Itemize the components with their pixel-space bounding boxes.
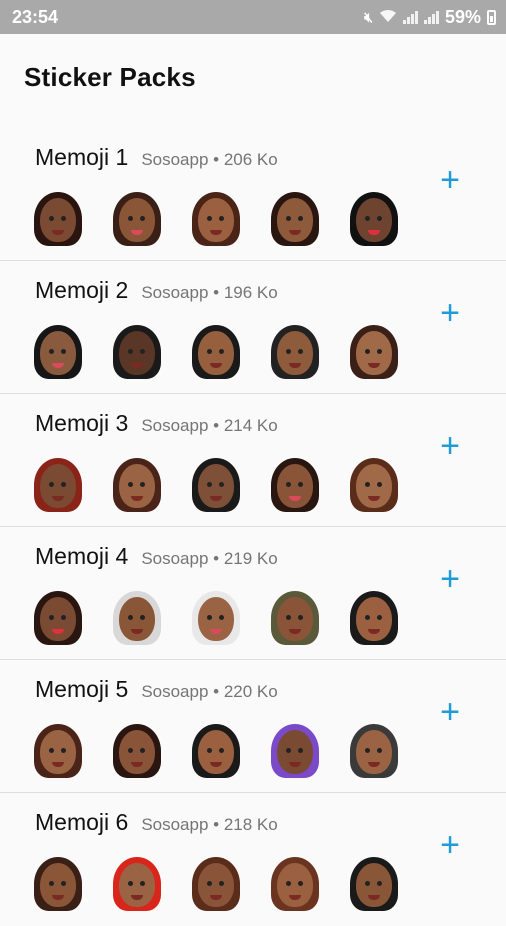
- pack-name: Memoji 5: [35, 676, 129, 702]
- sticker-pack-list: Memoji 1 Sosoapp • 206 Ko + Memoji 2 Sos…: [0, 128, 506, 926]
- sticker-thumbnail: [188, 458, 244, 514]
- sticker-pack-item[interactable]: Memoji 4 Sosoapp • 219 Ko +: [0, 527, 506, 660]
- sticker-thumbnail: [109, 192, 165, 248]
- sticker-thumbnail: [30, 325, 86, 381]
- pack-name: Memoji 3: [35, 410, 129, 436]
- sticker-thumbnail: [267, 192, 323, 248]
- pack-meta: Sosoapp • 219 Ko: [141, 549, 278, 568]
- sticker-thumbnail: [188, 325, 244, 381]
- pack-header: Memoji 5 Sosoapp • 220 Ko: [35, 676, 278, 703]
- sticker-thumbnail: [267, 325, 323, 381]
- pack-meta: Sosoapp • 218 Ko: [141, 815, 278, 834]
- sticker-thumbnail: [30, 458, 86, 514]
- add-pack-button[interactable]: +: [438, 828, 462, 862]
- sticker-thumbnail: [109, 857, 165, 913]
- sticker-thumbnail: [109, 724, 165, 780]
- sticker-thumbnail: [30, 857, 86, 913]
- sticker-thumbnail: [109, 591, 165, 647]
- sticker-thumbnail: [188, 192, 244, 248]
- sticker-thumbnail: [267, 591, 323, 647]
- pack-name: Memoji 2: [35, 277, 129, 303]
- pack-name: Memoji 1: [35, 144, 129, 170]
- sticker-thumbnail: [346, 591, 402, 647]
- sticker-thumbnail: [30, 591, 86, 647]
- sticker-preview-row: [30, 591, 402, 647]
- pack-meta: Sosoapp • 220 Ko: [141, 682, 278, 701]
- sticker-pack-item[interactable]: Memoji 2 Sosoapp • 196 Ko +: [0, 261, 506, 394]
- sticker-pack-item[interactable]: Memoji 5 Sosoapp • 220 Ko +: [0, 660, 506, 793]
- sticker-thumbnail: [346, 857, 402, 913]
- add-pack-button[interactable]: +: [438, 296, 462, 330]
- wifi-icon: [379, 9, 397, 26]
- sticker-thumbnail: [109, 458, 165, 514]
- sticker-preview-row: [30, 458, 402, 514]
- sticker-thumbnail: [346, 325, 402, 381]
- sticker-preview-row: [30, 857, 402, 913]
- add-pack-button[interactable]: +: [438, 562, 462, 596]
- pack-name: Memoji 6: [35, 809, 129, 835]
- sticker-pack-item[interactable]: Memoji 1 Sosoapp • 206 Ko +: [0, 128, 506, 261]
- pack-meta: Sosoapp • 206 Ko: [141, 150, 278, 169]
- page-title: Sticker Packs: [24, 62, 196, 92]
- sticker-thumbnail: [346, 724, 402, 780]
- sticker-thumbnail: [267, 857, 323, 913]
- signal-icon: [402, 10, 418, 24]
- sticker-thumbnail: [267, 458, 323, 514]
- sticker-thumbnail: [267, 724, 323, 780]
- sticker-preview-row: [30, 325, 402, 381]
- sticker-thumbnail: [188, 591, 244, 647]
- pack-header: Memoji 1 Sosoapp • 206 Ko: [35, 144, 278, 171]
- sticker-pack-item[interactable]: Memoji 6 Sosoapp • 218 Ko +: [0, 793, 506, 926]
- sticker-thumbnail: [109, 325, 165, 381]
- pack-header: Memoji 4 Sosoapp • 219 Ko: [35, 543, 278, 570]
- pack-meta: Sosoapp • 196 Ko: [141, 283, 278, 302]
- sticker-preview-row: [30, 192, 402, 248]
- pack-name: Memoji 4: [35, 543, 129, 569]
- pack-header: Memoji 6 Sosoapp • 218 Ko: [35, 809, 278, 836]
- sticker-thumbnail: [346, 192, 402, 248]
- status-bar: 23:54 🔇︎ 59%: [0, 0, 506, 34]
- pack-meta: Sosoapp • 214 Ko: [141, 416, 278, 435]
- sticker-preview-row: [30, 724, 402, 780]
- sticker-thumbnail: [30, 724, 86, 780]
- add-pack-button[interactable]: +: [438, 163, 462, 197]
- add-pack-button[interactable]: +: [438, 695, 462, 729]
- status-time: 23:54: [12, 6, 59, 27]
- status-icons: 🔇︎ 59%: [364, 7, 496, 28]
- mute-icon: 🔇︎: [364, 8, 373, 25]
- battery-percent: 59%: [444, 6, 481, 27]
- pack-header: Memoji 3 Sosoapp • 214 Ko: [35, 410, 278, 437]
- sticker-pack-item[interactable]: Memoji 3 Sosoapp • 214 Ko +: [0, 394, 506, 527]
- sticker-thumbnail: [346, 458, 402, 514]
- sticker-thumbnail: [188, 724, 244, 780]
- sticker-thumbnail: [30, 192, 86, 248]
- battery-icon: [487, 9, 496, 25]
- add-pack-button[interactable]: +: [438, 429, 462, 463]
- sticker-thumbnail: [188, 857, 244, 913]
- pack-header: Memoji 2 Sosoapp • 196 Ko: [35, 277, 278, 304]
- signal-icon: [423, 10, 439, 24]
